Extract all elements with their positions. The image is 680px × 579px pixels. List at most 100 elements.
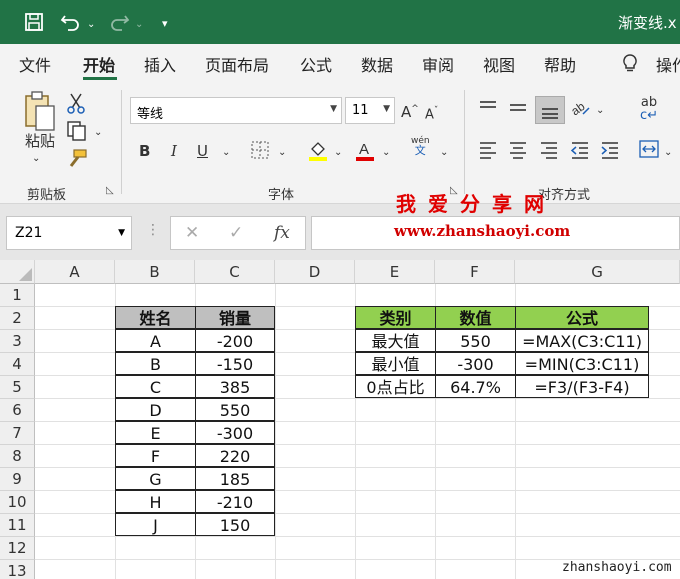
tab-home[interactable]: 开始 <box>83 52 115 76</box>
align-bottom-icon[interactable] <box>535 96 565 124</box>
row-header-9[interactable]: 9 <box>0 468 35 491</box>
clipboard-launcher-icon[interactable]: ◺ <box>106 185 114 196</box>
enter-icon[interactable]: ✓ <box>229 223 243 243</box>
row-header-7[interactable]: 7 <box>0 422 35 445</box>
copy-icon[interactable] <box>66 120 88 146</box>
copy-dropdown-icon[interactable]: ⌄ <box>94 124 102 142</box>
fill-color-icon[interactable] <box>307 139 329 165</box>
decrease-font-size-icon[interactable]: Aˇ <box>425 102 438 124</box>
tab-review[interactable]: 审阅 <box>422 52 454 76</box>
table2-cell-formula[interactable]: =MIN(C3:C11) <box>515 352 649 375</box>
font-name-select[interactable]: 等线 ▼ <box>130 97 342 124</box>
redo-icon[interactable] <box>108 12 130 37</box>
column-header-g[interactable]: G <box>515 260 680 284</box>
align-center-icon[interactable] <box>507 140 529 164</box>
tab-formulas[interactable]: 公式 <box>300 52 332 76</box>
table1-cell-sales[interactable]: 185 <box>195 467 275 490</box>
orientation-icon[interactable]: ab <box>568 96 593 122</box>
undo-icon[interactable] <box>60 12 82 37</box>
align-right-icon[interactable] <box>538 140 560 164</box>
column-header-c[interactable]: C <box>195 260 275 284</box>
cancel-icon[interactable]: ✕ <box>185 223 199 243</box>
table1-header-name[interactable]: 姓名 <box>115 306 196 329</box>
table1-cell-sales[interactable]: 220 <box>195 444 275 467</box>
table1-cell-sales[interactable]: -210 <box>195 490 275 513</box>
table1-cell-sales[interactable]: -300 <box>195 421 275 444</box>
fill-color-dropdown-icon[interactable]: ⌄ <box>334 144 342 162</box>
table1-cell-name[interactable]: E <box>115 421 196 444</box>
table2-cell-value[interactable]: 64.7% <box>435 375 516 398</box>
row-header-8[interactable]: 8 <box>0 445 35 468</box>
column-header-a[interactable]: A <box>35 260 115 284</box>
table2-cell-category[interactable]: 0点占比 <box>355 375 436 398</box>
table2-cell-category[interactable]: 最小值 <box>355 352 436 375</box>
table2-cell-category[interactable]: 最大值 <box>355 329 436 352</box>
lightbulb-icon[interactable] <box>621 53 639 77</box>
column-header-f[interactable]: F <box>435 260 515 284</box>
merge-dropdown-icon[interactable]: ⌄ <box>664 144 672 162</box>
increase-indent-icon[interactable] <box>599 140 621 164</box>
phonetic-dropdown-icon[interactable]: ⌄ <box>440 144 448 162</box>
row-header-10[interactable]: 10 <box>0 491 35 514</box>
table2-header-value[interactable]: 数值 <box>435 306 516 329</box>
underline-dropdown-icon[interactable]: ⌄ <box>222 144 230 162</box>
insert-function-icon[interactable]: fx <box>274 223 290 243</box>
font-size-select[interactable]: 11 ▼ <box>345 97 395 124</box>
row-header-11[interactable]: 11 <box>0 514 35 537</box>
row-header-4[interactable]: 4 <box>0 353 35 376</box>
table1-cell-name[interactable]: F <box>115 444 196 467</box>
align-middle-icon[interactable] <box>507 98 529 122</box>
merge-center-icon[interactable] <box>638 139 660 163</box>
tab-file[interactable]: 文件 <box>19 52 51 76</box>
align-top-icon[interactable] <box>477 98 499 122</box>
row-header-12[interactable]: 12 <box>0 537 35 560</box>
column-header-b[interactable]: B <box>115 260 195 284</box>
table2-cell-formula[interactable]: =F3/(F3-F4) <box>515 375 649 398</box>
row-header-5[interactable]: 5 <box>0 376 35 399</box>
table2-header-category[interactable]: 类别 <box>355 306 436 329</box>
tab-data[interactable]: 数据 <box>361 52 393 76</box>
font-color-dropdown-icon[interactable]: ⌄ <box>382 144 390 162</box>
tell-me-box[interactable]: 操作 <box>656 52 680 76</box>
table2-cell-value[interactable]: -300 <box>435 352 516 375</box>
table1-cell-name[interactable]: B <box>115 352 196 375</box>
tab-help[interactable]: 帮助 <box>544 52 576 76</box>
table1-cell-sales[interactable]: -200 <box>195 329 275 352</box>
font-color-icon[interactable]: A <box>354 139 376 165</box>
select-all-corner[interactable] <box>0 260 35 284</box>
row-header-3[interactable]: 3 <box>0 330 35 353</box>
phonetic-guide-button[interactable]: wén 文 <box>411 136 430 156</box>
column-header-d[interactable]: D <box>275 260 355 284</box>
orientation-dropdown-icon[interactable]: ⌄ <box>596 102 604 120</box>
italic-button[interactable]: I <box>171 142 177 160</box>
table1-cell-name[interactable]: A <box>115 329 196 352</box>
table2-cell-value[interactable]: 550 <box>435 329 516 352</box>
more-options-icon[interactable]: ⋮ <box>146 222 160 238</box>
table2-cell-formula[interactable]: =MAX(C3:C11) <box>515 329 649 352</box>
tab-view[interactable]: 视图 <box>483 52 515 76</box>
borders-dropdown-icon[interactable]: ⌄ <box>278 144 286 162</box>
customize-toolbar-icon[interactable]: ▾ <box>162 14 168 34</box>
row-header-1[interactable]: 1 <box>0 284 35 307</box>
paste-dropdown-icon[interactable]: ⌄ <box>32 150 40 168</box>
undo-dropdown-icon[interactable]: ⌄ <box>87 15 95 35</box>
table1-header-sales[interactable]: 销量 <box>195 306 275 329</box>
underline-button[interactable]: U <box>197 142 208 160</box>
table1-cell-name[interactable]: J <box>115 513 196 536</box>
paste-button[interactable]: 粘贴 <box>20 132 60 150</box>
tab-page-layout[interactable]: 页面布局 <box>205 52 269 76</box>
decrease-indent-icon[interactable] <box>569 140 591 164</box>
table1-cell-name[interactable]: C <box>115 375 196 398</box>
cut-icon[interactable] <box>66 92 86 118</box>
tab-insert[interactable]: 插入 <box>144 52 176 76</box>
table1-cell-sales[interactable]: -150 <box>195 352 275 375</box>
table1-cell-name[interactable]: G <box>115 467 196 490</box>
increase-font-size-icon[interactable]: A^ <box>401 100 419 121</box>
redo-dropdown-icon[interactable]: ⌄ <box>135 15 143 35</box>
save-icon[interactable] <box>24 12 44 37</box>
format-painter-icon[interactable] <box>66 148 88 174</box>
table1-cell-name[interactable]: D <box>115 398 196 421</box>
table1-cell-sales[interactable]: 550 <box>195 398 275 421</box>
table1-cell-name[interactable]: H <box>115 490 196 513</box>
row-header-6[interactable]: 6 <box>0 399 35 422</box>
